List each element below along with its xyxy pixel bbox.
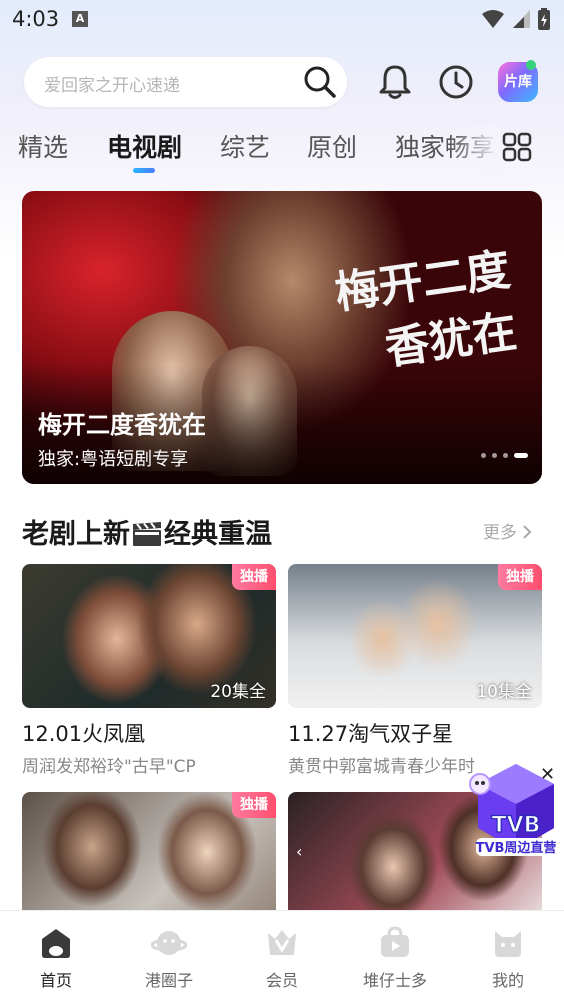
tab-featured[interactable]: 精选 bbox=[18, 128, 68, 164]
nav-label: 堆仔士多 bbox=[362, 971, 427, 990]
svg-text:TVB: TVB bbox=[492, 813, 541, 838]
pagination-dot bbox=[492, 453, 497, 458]
episode-count: 20集全 bbox=[210, 682, 266, 702]
battery-icon bbox=[538, 8, 550, 30]
bell-icon[interactable] bbox=[375, 62, 415, 102]
drama-card[interactable]: 独播 10集全 11.27淘气双子星 黄贯中郭富城青春少年时 bbox=[288, 564, 542, 777]
nav-item-vip[interactable]: 会员 bbox=[226, 911, 338, 1004]
drama-card[interactable]: 独播 20集全 12.01火凤凰 周润发郑裕玲"古早"CP bbox=[22, 564, 276, 777]
nav-label: 我的 bbox=[491, 971, 524, 990]
card-title: 12.01火凤凰 bbox=[22, 722, 146, 746]
nav-item-circle[interactable]: 港圈子 bbox=[113, 911, 225, 1004]
exclusive-badge: 独播 bbox=[232, 792, 276, 818]
clapper-board-icon bbox=[133, 522, 161, 546]
nav-item-home[interactable]: 首页 bbox=[0, 911, 112, 1004]
banner-title: 梅开二度香犹在 bbox=[38, 411, 206, 439]
tab-tv-drama[interactable]: 电视剧 bbox=[107, 128, 182, 164]
search-icon[interactable] bbox=[303, 65, 337, 99]
signal-icon bbox=[513, 10, 530, 28]
more-label: 更多 bbox=[483, 523, 517, 543]
status-bar: 4:03 A bbox=[0, 0, 564, 38]
float-badge-label: TVB周边直营 bbox=[476, 840, 557, 856]
nav-label: 港圈子 bbox=[144, 971, 193, 990]
exclusive-badge: 独播 bbox=[498, 564, 542, 590]
card-description: 黄贯中郭富城青春少年时 bbox=[288, 757, 475, 777]
pagination-dot bbox=[481, 453, 486, 458]
search-placeholder: 爱回家之开心速递 bbox=[44, 76, 180, 96]
vip-icon bbox=[268, 930, 296, 955]
tab-variety[interactable]: 综艺 bbox=[220, 128, 270, 164]
chevron-right-icon bbox=[523, 525, 532, 539]
history-icon[interactable] bbox=[436, 62, 476, 102]
status-time: 4:03 bbox=[12, 7, 60, 31]
nav-item-shop[interactable]: 堆仔士多 bbox=[339, 911, 451, 1004]
bottom-navigation: 首页 港圈子 会员 堆仔士多 我的 bbox=[0, 910, 564, 1004]
card-description: 周润发郑裕玲"古早"CP bbox=[22, 757, 196, 777]
profile-icon bbox=[495, 931, 521, 957]
banner-pagination bbox=[481, 453, 528, 458]
wifi-icon bbox=[482, 10, 504, 28]
pagination-dot bbox=[503, 453, 508, 458]
chevron-left-icon: ‹ bbox=[296, 842, 303, 861]
exclusive-badge: 独播 bbox=[232, 564, 276, 590]
hero-banner[interactable]: 梅开二度 香犹在 梅开二度香犹在 独家:粤语短剧专享 bbox=[22, 191, 542, 484]
nav-label: 首页 bbox=[39, 971, 72, 990]
section-title-part1: 老剧上新 bbox=[22, 519, 130, 550]
section-title: 老剧上新 经典重温 bbox=[22, 512, 272, 551]
more-link[interactable]: 更多 bbox=[483, 518, 532, 543]
card-title: 11.27淘气双子星 bbox=[288, 722, 454, 746]
grid-menu-icon[interactable] bbox=[502, 132, 532, 162]
search-input[interactable]: 爱回家之开心速递 bbox=[24, 57, 347, 107]
nav-label: 会员 bbox=[265, 971, 298, 990]
card-thumbnail: 独播 10集全 bbox=[288, 564, 542, 708]
tabs-fade bbox=[450, 126, 500, 174]
library-dot-icon bbox=[526, 60, 536, 70]
planet-icon bbox=[151, 931, 187, 955]
banner-subtitle: 独家:粤语短剧专享 bbox=[38, 449, 189, 470]
episode-count: 10集全 bbox=[476, 682, 532, 702]
pagination-dot-active bbox=[514, 453, 528, 458]
shop-icon bbox=[381, 926, 409, 957]
system-icons bbox=[482, 8, 550, 30]
notification-icon: A bbox=[72, 11, 88, 27]
tab-original[interactable]: 原创 bbox=[307, 128, 357, 164]
section-title-part2: 经典重温 bbox=[164, 519, 272, 550]
tab-indicator bbox=[133, 168, 155, 173]
home-icon bbox=[42, 929, 70, 958]
close-icon[interactable]: ✕ bbox=[540, 764, 555, 785]
card-thumbnail: 独播 20集全 bbox=[22, 564, 276, 708]
category-tabs: 精选 电视剧 综艺 原创 独家畅享 bbox=[0, 128, 500, 174]
nav-item-profile[interactable]: 我的 bbox=[452, 911, 564, 1004]
